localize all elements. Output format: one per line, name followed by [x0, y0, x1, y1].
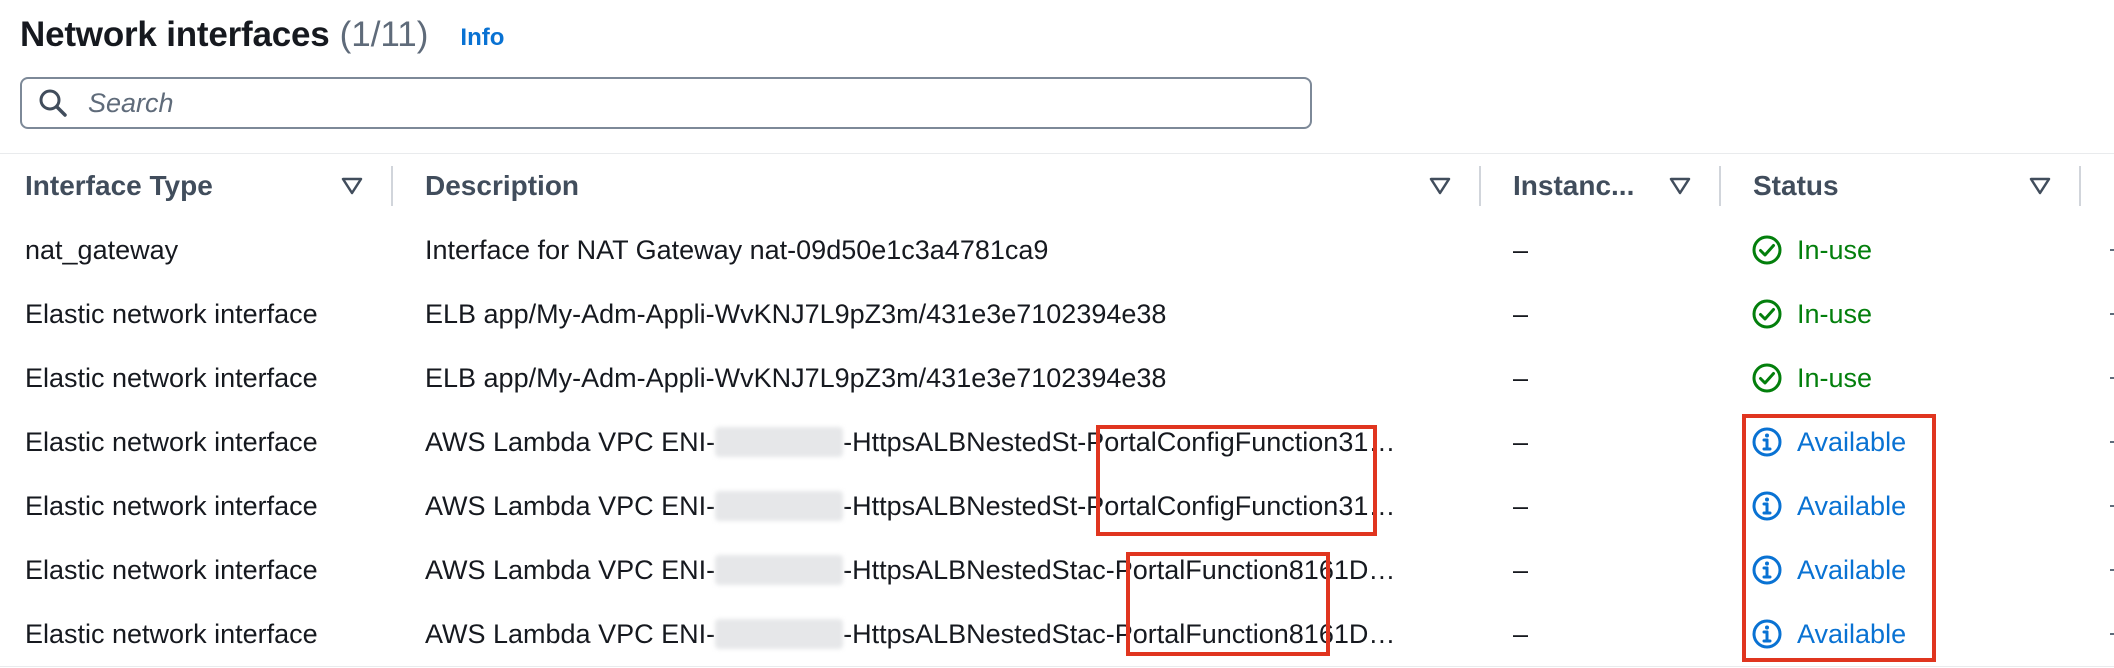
row-edge-mark	[2110, 441, 2114, 443]
instance-text: –	[1513, 554, 1529, 585]
status-text: In-use	[1797, 298, 1873, 329]
page-title: Network interfaces	[20, 15, 330, 54]
column-label: Description	[425, 170, 580, 201]
table-header: Interface Type Description Instanc... St…	[0, 153, 2114, 220]
column-header-status[interactable]: Status	[1753, 154, 1839, 218]
interface-type-text: Elastic network interface	[25, 426, 318, 457]
column-resizer[interactable]	[1719, 166, 1721, 206]
instance-text: –	[1513, 618, 1529, 649]
search-box[interactable]	[20, 77, 1312, 129]
status-indicator: In-use	[1751, 234, 1872, 266]
sort-icon[interactable]	[341, 176, 363, 196]
sort-icon[interactable]	[1669, 176, 1691, 196]
cell-instance: –	[1513, 410, 1528, 474]
column-resizer[interactable]	[391, 166, 393, 206]
row-edge-mark	[2110, 313, 2114, 315]
cell-instance: –	[1513, 218, 1528, 282]
page-header: Network interfaces (1/11) Info	[20, 10, 504, 60]
interface-type-text: Elastic network interface	[25, 362, 318, 393]
column-label: Instanc...	[1513, 170, 1635, 201]
cell-status: In-use	[1751, 282, 1872, 346]
search-input[interactable]	[86, 86, 1240, 120]
description-text: ELB app/My-Adm-Appli-WvKNJ7L9pZ3m/431e3e…	[425, 298, 1167, 329]
column-header-interface-type[interactable]: Interface Type	[25, 154, 213, 218]
info-link[interactable]: Info	[460, 24, 504, 52]
search-icon	[36, 86, 70, 120]
redacted-text	[715, 427, 844, 457]
description-prefix: AWS Lambda VPC ENI-	[425, 490, 716, 521]
column-resizer[interactable]	[1479, 166, 1481, 206]
selection-count: (1/11)	[339, 15, 429, 54]
interface-type-text: Elastic network interface	[25, 554, 318, 585]
description-prefix: AWS Lambda VPC ENI-	[425, 554, 716, 585]
cell-instance: –	[1513, 282, 1528, 346]
cell-description: ELB app/My-Adm-Appli-WvKNJ7L9pZ3m/431e3e…	[425, 346, 1166, 410]
table-row[interactable]: Elastic network interface ELB app/My-Adm-…	[0, 282, 2114, 347]
instance-text: –	[1513, 490, 1529, 521]
column-label: Status	[1753, 170, 1839, 201]
row-edge-mark	[2110, 633, 2114, 635]
check-circle-icon	[1751, 298, 1797, 330]
sort-icon[interactable]	[1429, 176, 1451, 196]
row-edge-mark	[2110, 377, 2114, 379]
interface-type-text: Elastic network interface	[25, 298, 318, 329]
redacted-text	[715, 619, 844, 649]
cell-instance: –	[1513, 538, 1528, 602]
interface-type-text: Elastic network interface	[25, 618, 318, 649]
check-circle-icon	[1751, 362, 1797, 394]
description-text: Interface for NAT Gateway nat-09d50e1c3a…	[425, 234, 1049, 265]
cell-description: Interface for NAT Gateway nat-09d50e1c3a…	[425, 218, 1048, 282]
cell-interface-type: Elastic network interface	[25, 474, 318, 538]
column-label: Interface Type	[25, 170, 213, 201]
column-resizer[interactable]	[2079, 166, 2081, 206]
column-header-instance[interactable]: Instanc...	[1513, 154, 1634, 218]
instance-text: –	[1513, 298, 1529, 329]
cell-status: In-use	[1751, 346, 1872, 410]
status-indicator: In-use	[1751, 362, 1872, 394]
redacted-text	[715, 491, 844, 521]
redacted-text	[715, 555, 844, 585]
sort-icon[interactable]	[2029, 176, 2051, 196]
row-edge-mark	[2110, 505, 2114, 507]
status-indicator: In-use	[1751, 298, 1872, 330]
row-edge-mark	[2110, 569, 2114, 571]
cell-interface-type: Elastic network interface	[25, 346, 318, 410]
instance-text: –	[1513, 362, 1529, 393]
cell-interface-type: Elastic network interface	[25, 282, 318, 346]
description-text: ELB app/My-Adm-Appli-WvKNJ7L9pZ3m/431e3e…	[425, 362, 1167, 393]
highlight-box-portal-function	[1126, 552, 1330, 656]
cell-instance: –	[1513, 474, 1528, 538]
cell-description: ELB app/My-Adm-Appli-WvKNJ7L9pZ3m/431e3e…	[425, 282, 1166, 346]
instance-text: –	[1513, 234, 1529, 265]
interface-type-text: nat_gateway	[25, 234, 179, 265]
table-row[interactable]: Elastic network interface ELB app/My-Adm-…	[0, 346, 2114, 411]
check-circle-icon	[1751, 234, 1797, 266]
cell-interface-type: Elastic network interface	[25, 410, 318, 474]
highlight-box-portal-config-function	[1096, 425, 1377, 536]
instance-text: –	[1513, 426, 1529, 457]
cell-status: In-use	[1751, 218, 1872, 282]
status-text: In-use	[1797, 234, 1873, 265]
cell-instance: –	[1513, 602, 1528, 666]
cell-interface-type: Elastic network interface	[25, 538, 318, 602]
table-row[interactable]: nat_gateway Interface for NAT Gateway nat…	[0, 218, 2114, 283]
column-header-description[interactable]: Description	[425, 154, 579, 218]
description-prefix: AWS Lambda VPC ENI-	[425, 618, 716, 649]
interface-type-text: Elastic network interface	[25, 490, 318, 521]
cell-interface-type: Elastic network interface	[25, 602, 318, 666]
highlight-box-available-status	[1742, 414, 1936, 662]
status-text: In-use	[1797, 362, 1873, 393]
cell-interface-type: nat_gateway	[25, 218, 178, 282]
description-prefix: AWS Lambda VPC ENI-	[425, 426, 716, 457]
row-edge-mark	[2110, 249, 2114, 251]
cell-instance: –	[1513, 346, 1528, 410]
